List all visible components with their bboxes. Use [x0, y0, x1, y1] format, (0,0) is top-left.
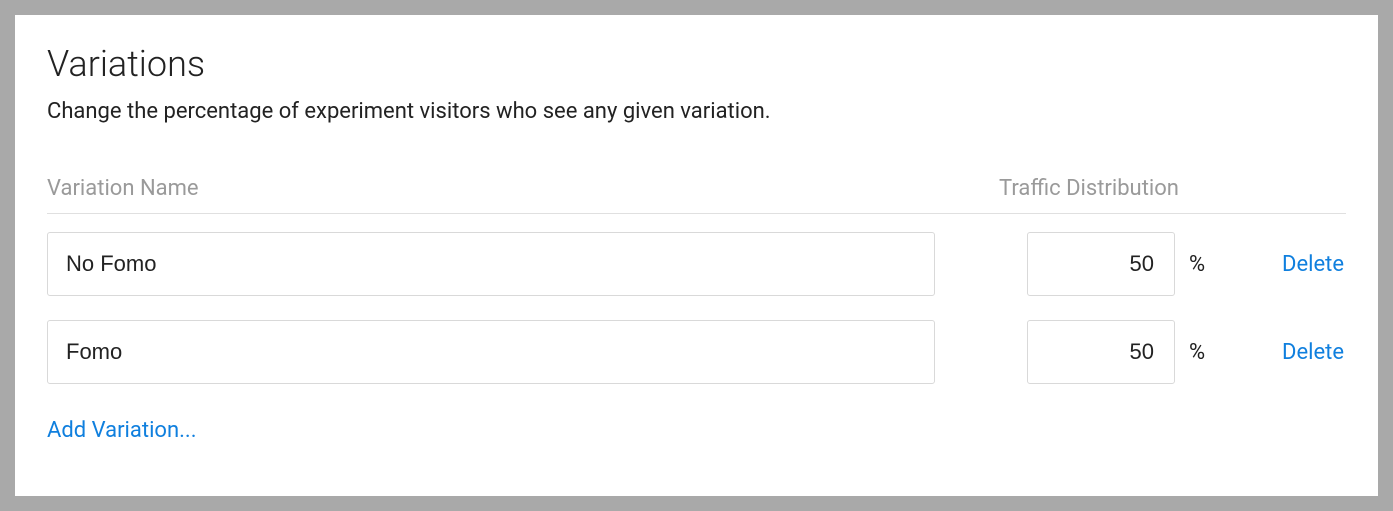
percent-sign: %: [1189, 252, 1205, 277]
variations-panel: Variations Change the percentage of expe…: [15, 15, 1378, 496]
column-header-name: Variation Name: [47, 176, 935, 201]
percent-sign: %: [1189, 340, 1205, 365]
variation-name-input[interactable]: [47, 232, 935, 296]
add-variation-link[interactable]: Add Variation...: [47, 418, 197, 443]
traffic-distribution-input[interactable]: [1027, 320, 1175, 384]
table-header-row: Variation Name Traffic Distribution: [47, 176, 1346, 214]
traffic-cell: %: [1027, 320, 1205, 384]
column-header-traffic: Traffic Distribution: [935, 176, 1346, 201]
traffic-distribution-input[interactable]: [1027, 232, 1175, 296]
variation-row: % Delete: [47, 232, 1346, 296]
variation-row: % Delete: [47, 320, 1346, 384]
variation-name-input[interactable]: [47, 320, 935, 384]
delete-variation-link[interactable]: Delete: [1282, 340, 1346, 365]
delete-variation-link[interactable]: Delete: [1282, 252, 1346, 277]
panel-heading: Variations: [47, 43, 1346, 85]
traffic-cell: %: [1027, 232, 1205, 296]
panel-description: Change the percentage of experiment visi…: [47, 99, 1346, 124]
